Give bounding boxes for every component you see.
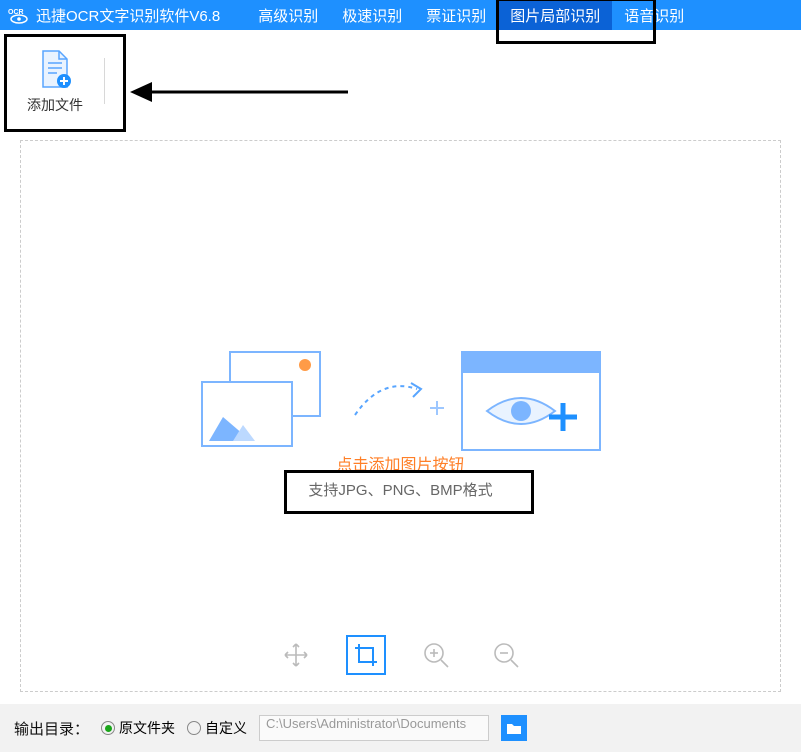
pictures-icon xyxy=(201,351,341,451)
radio-original-label: 原文件夹 xyxy=(119,718,175,738)
radio-dot-icon xyxy=(187,721,201,735)
app-logo: OCR 迅捷OCR文字识别软件V6.8 xyxy=(0,5,228,26)
title-bar: OCR 迅捷OCR文字识别软件V6.8 高级识别 极速识别 票证识别 图片局部识… xyxy=(0,0,801,30)
radio-original-folder[interactable]: 原文件夹 xyxy=(101,718,175,738)
output-label: 输出目录： xyxy=(14,718,89,739)
toolbar-separator xyxy=(104,58,105,104)
crop-tool[interactable] xyxy=(346,635,386,675)
add-file-icon xyxy=(37,49,73,89)
tab-bar: 高级识别 极速识别 票证识别 图片局部识别 语音识别 xyxy=(246,0,696,30)
tab-image-region[interactable]: 图片局部识别 xyxy=(498,0,612,30)
crop-icon xyxy=(353,642,379,668)
canvas-illustration xyxy=(201,351,601,451)
eye-plus-icon xyxy=(481,383,581,439)
add-file-label: 添加文件 xyxy=(27,95,83,115)
tab-voice[interactable]: 语音识别 xyxy=(612,0,696,30)
zoom-in-icon xyxy=(422,641,450,669)
canvas-hint-secondary: 支持JPG、PNG、BMP格式 xyxy=(308,479,492,500)
preview-window-icon xyxy=(461,351,601,451)
canvas-hint-primary: 点击添加图片按钮 xyxy=(336,451,464,475)
zoom-out-tool[interactable] xyxy=(486,635,526,675)
radio-custom-folder[interactable]: 自定义 xyxy=(187,718,247,738)
ocr-eye-icon: OCR xyxy=(8,6,30,24)
output-path-input[interactable]: C:\Users\Administrator\Documents xyxy=(259,715,489,741)
annotation-arrow-icon xyxy=(130,72,350,112)
zoom-out-icon xyxy=(492,641,520,669)
tab-fast[interactable]: 极速识别 xyxy=(330,0,414,30)
app-title: 迅捷OCR文字识别软件V6.8 xyxy=(36,5,220,26)
canvas-toolbar xyxy=(276,635,526,675)
tab-ticket[interactable]: 票证识别 xyxy=(414,0,498,30)
move-icon xyxy=(282,641,310,669)
folder-icon xyxy=(506,721,522,735)
add-file-button[interactable]: 添加文件 xyxy=(10,42,100,122)
radio-custom-label: 自定义 xyxy=(205,718,247,738)
radio-dot-icon xyxy=(101,721,115,735)
output-bar: 输出目录： 原文件夹 自定义 C:\Users\Administrator\Do… xyxy=(0,704,801,752)
arrow-icon xyxy=(351,371,451,431)
toolbar: 添加文件 xyxy=(0,30,801,130)
browse-folder-button[interactable] xyxy=(501,715,527,741)
drop-canvas[interactable]: 点击添加图片按钮 支持JPG、PNG、BMP格式 xyxy=(20,140,781,692)
tab-advanced[interactable]: 高级识别 xyxy=(246,0,330,30)
move-tool[interactable] xyxy=(276,635,316,675)
zoom-in-tool[interactable] xyxy=(416,635,456,675)
